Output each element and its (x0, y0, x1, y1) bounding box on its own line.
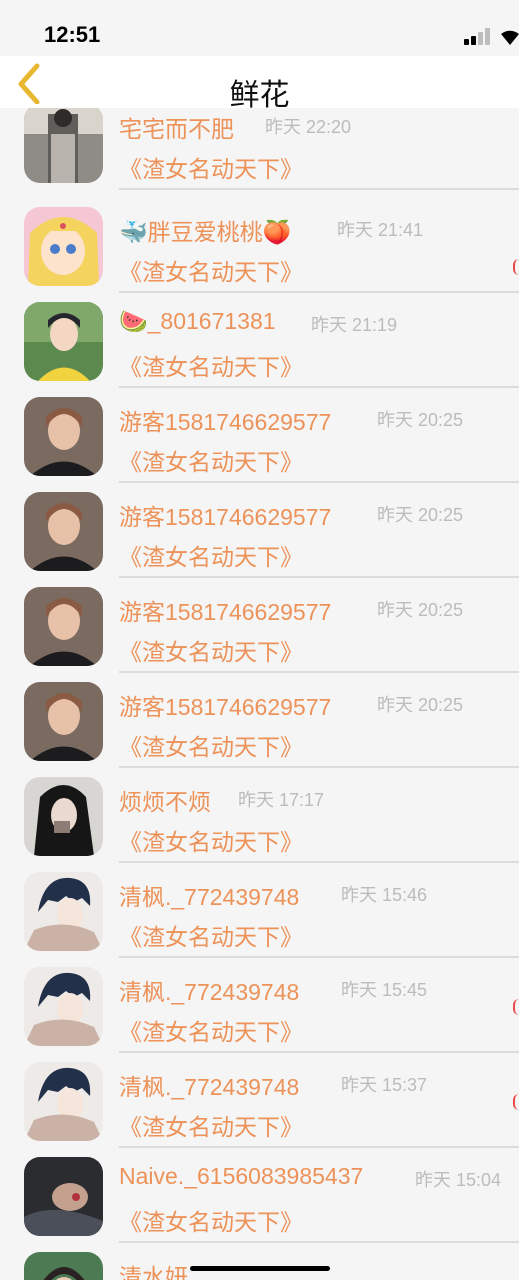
avatar[interactable] (24, 1062, 103, 1141)
sender-name[interactable]: 清枫._772439748 (119, 878, 299, 912)
avatar[interactable] (24, 587, 103, 666)
send-time: 昨天 20:25 (377, 505, 464, 525)
avatar[interactable] (24, 777, 103, 856)
status-bar: 12:51 (0, 0, 519, 56)
gift-book-title: 《渣女名动天下》 (119, 640, 303, 666)
list-item[interactable]: 游客1581746629577 昨天 20:25 《渣女名动天下》 (0, 385, 519, 483)
sender-name[interactable]: 清水妍 (119, 1258, 188, 1280)
avatar[interactable] (24, 872, 103, 951)
gift-book-title: 《渣女名动天下》 (119, 1020, 303, 1046)
sender-name[interactable]: 宅宅而不肥 (119, 110, 234, 144)
gift-book-title: 《渣女名动天下》 (119, 1210, 303, 1236)
sender-name[interactable]: 🐳胖豆爱桃桃🍑 (119, 213, 291, 247)
send-time: 昨天 20:25 (377, 410, 464, 430)
avatar[interactable] (24, 1252, 103, 1280)
send-time: 昨天 15:45 (341, 980, 428, 1000)
send-time: 昨天 15:37 (341, 1075, 428, 1095)
list-item[interactable]: Naive._6156083985437 昨天 15:04 《渣女名动天下》 (0, 1145, 519, 1243)
avatar[interactable] (24, 207, 103, 286)
home-indicator[interactable] (190, 1266, 330, 1271)
sender-name[interactable]: 清枫._772439748 (119, 1068, 299, 1102)
gift-book-title: 《渣女名动天下》 (119, 260, 303, 286)
avatar[interactable] (24, 108, 103, 183)
avatar[interactable] (24, 302, 103, 381)
gift-book-title: 《渣女名动天下》 (119, 450, 303, 476)
navigation-bar: 鲜花 (0, 56, 519, 113)
list-item[interactable]: 清水妍 (0, 1240, 519, 1280)
list-item[interactable]: 游客1581746629577 昨天 20:25 《渣女名动天下》 (0, 575, 519, 673)
flower-gift-list[interactable]: 宅宅而不肥 昨天 22:20 《渣女名动天下》 🐳胖豆爱桃桃🍑 昨天 21:41… (0, 108, 519, 1280)
edge-marker (513, 259, 519, 275)
divider (119, 188, 519, 190)
list-item[interactable]: 游客1581746629577 昨天 20:25 《渣女名动天下》 (0, 480, 519, 578)
list-item[interactable]: 烦烦不烦 昨天 17:17 《渣女名动天下》 (0, 765, 519, 863)
send-time: 昨天 21:19 (311, 315, 398, 335)
sender-name[interactable]: 游客1581746629577 (119, 403, 331, 437)
sender-name[interactable]: 清枫._772439748 (119, 973, 299, 1007)
edge-marker (513, 999, 519, 1015)
cellular-signal-icon (464, 27, 494, 45)
avatar[interactable] (24, 967, 103, 1046)
send-time: 昨天 15:04 (415, 1170, 502, 1190)
gift-book-title: 《渣女名动天下》 (119, 1115, 303, 1141)
list-item[interactable]: 清枫._772439748 昨天 15:46 《渣女名动天下》 (0, 860, 519, 958)
list-item[interactable]: 🐳胖豆爱桃桃🍑 昨天 21:41 《渣女名动天下》 (0, 195, 519, 293)
gift-book-title: 《渣女名动天下》 (119, 545, 303, 571)
status-time: 12:51 (44, 22, 101, 47)
send-time: 昨天 17:17 (238, 790, 325, 810)
gift-book-title: 《渣女名动天下》 (119, 355, 303, 381)
send-time: 昨天 20:25 (377, 600, 464, 620)
avatar[interactable] (24, 397, 103, 476)
send-time: 昨天 21:41 (337, 220, 424, 240)
avatar[interactable] (24, 492, 103, 571)
list-item[interactable]: 宅宅而不肥 昨天 22:20 《渣女名动天下》 (0, 108, 519, 195)
avatar[interactable] (24, 682, 103, 761)
send-time: 昨天 20:25 (377, 695, 464, 715)
list-item[interactable]: 清枫._772439748 昨天 15:45 《渣女名动天下》 (0, 955, 519, 1053)
sender-name[interactable]: 游客1581746629577 (119, 593, 331, 627)
sender-name[interactable]: 🍉_801671381 (119, 308, 276, 335)
sender-name[interactable]: 烦烦不烦 (119, 783, 211, 817)
sender-name[interactable]: Naive._6156083985437 (119, 1163, 363, 1190)
list-item[interactable]: 清枫._772439748 昨天 15:37 《渣女名动天下》 (0, 1050, 519, 1148)
send-time: 昨天 22:20 (265, 117, 352, 137)
send-time: 昨天 15:46 (341, 885, 428, 905)
list-item[interactable]: 🍉_801671381 昨天 21:19 《渣女名动天下》 (0, 290, 519, 388)
sender-name[interactable]: 游客1581746629577 (119, 688, 331, 722)
list-item[interactable]: 游客1581746629577 昨天 20:25 《渣女名动天下》 (0, 670, 519, 768)
gift-book-title: 《渣女名动天下》 (119, 157, 303, 183)
sender-name[interactable]: 游客1581746629577 (119, 498, 331, 532)
gift-book-title: 《渣女名动天下》 (119, 735, 303, 761)
gift-book-title: 《渣女名动天下》 (119, 925, 303, 951)
wifi-icon (501, 30, 519, 45)
gift-book-title: 《渣女名动天下》 (119, 830, 303, 856)
avatar[interactable] (24, 1157, 103, 1236)
edge-marker (513, 1094, 519, 1110)
